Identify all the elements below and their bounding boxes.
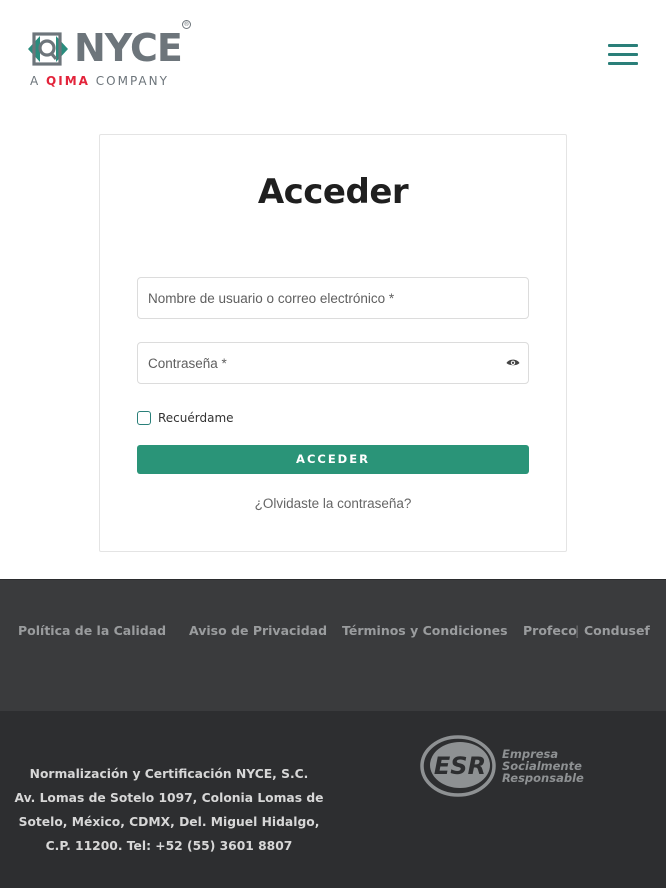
footer-links-bar: Política de la Calidad Aviso de Privacid…: [0, 579, 666, 711]
registered-mark: ®: [182, 20, 191, 29]
esr-logo: ESR Empresa Socialmente Responsable: [420, 735, 590, 801]
esr-badge-text: ESR: [434, 752, 486, 780]
logo-wordmark: NYCE: [74, 26, 183, 70]
footer-link-profeco[interactable]: Profeco: [523, 623, 577, 638]
logo-tagline-suffix: COMPANY: [95, 74, 169, 88]
esr-caption: Empresa Socialmente Responsable: [502, 748, 584, 784]
footer-link-aviso-privacidad[interactable]: Aviso de Privacidad: [189, 623, 327, 638]
hamburger-bar: [608, 53, 638, 56]
nyce-logo[interactable]: NYCE ® A QIMA COMPANY: [24, 20, 196, 92]
remember-checkbox[interactable]: [137, 411, 151, 425]
password-field[interactable]: [137, 342, 529, 384]
username-input[interactable]: [138, 278, 528, 318]
footer-link-condusef[interactable]: Condusef: [584, 623, 650, 638]
forgot-password-link[interactable]: ¿Olvidaste la contraseña?: [255, 496, 412, 511]
footer-link-terminos[interactable]: Términos y Condiciones: [342, 623, 508, 638]
eye-icon[interactable]: [506, 357, 520, 369]
address-line: Normalización y Certificación NYCE, S.C.: [29, 767, 309, 781]
esr-line: Responsable: [502, 771, 584, 785]
remember-label: Recuérdame: [158, 411, 234, 425]
hamburger-bar: [608, 62, 638, 65]
remember-me[interactable]: Recuérdame: [137, 409, 234, 427]
logo-tagline-prefix: A: [30, 74, 41, 88]
address-line: Sotelo, México, CDMX, Del. Miguel Hidalg…: [18, 815, 320, 829]
company-address: Normalización y Certificación NYCE, S.C.…: [14, 762, 324, 858]
address-line: C.P. 11200. Tel: +52 (55) 3601 8807: [45, 839, 293, 853]
site-header: NYCE ® A QIMA COMPANY: [0, 0, 666, 110]
esr-badge-icon: ESR: [420, 735, 496, 797]
forgot-password-row: ¿Olvidaste la contraseña?: [0, 496, 666, 511]
login-title: Acceder: [257, 172, 409, 212]
logo-tagline: A QIMA COMPANY: [30, 74, 169, 88]
address-line: Av. Lomas de Sotelo 1097, Colonia Lomas …: [14, 791, 324, 805]
username-field[interactable]: [137, 277, 529, 319]
hamburger-menu-icon[interactable]: [608, 42, 638, 66]
login-submit-button[interactable]: ACCEDER: [137, 445, 529, 474]
footer-bottom: Normalización y Certificación NYCE, S.C.…: [0, 711, 666, 888]
hamburger-bar: [608, 44, 638, 47]
nyce-logo-mark-icon: [28, 32, 68, 66]
password-input[interactable]: [138, 343, 528, 383]
footer-link-separator: |: [575, 623, 580, 638]
logo-tagline-qima: QIMA: [46, 74, 90, 88]
footer-link-politica-calidad[interactable]: Política de la Calidad: [18, 623, 166, 638]
